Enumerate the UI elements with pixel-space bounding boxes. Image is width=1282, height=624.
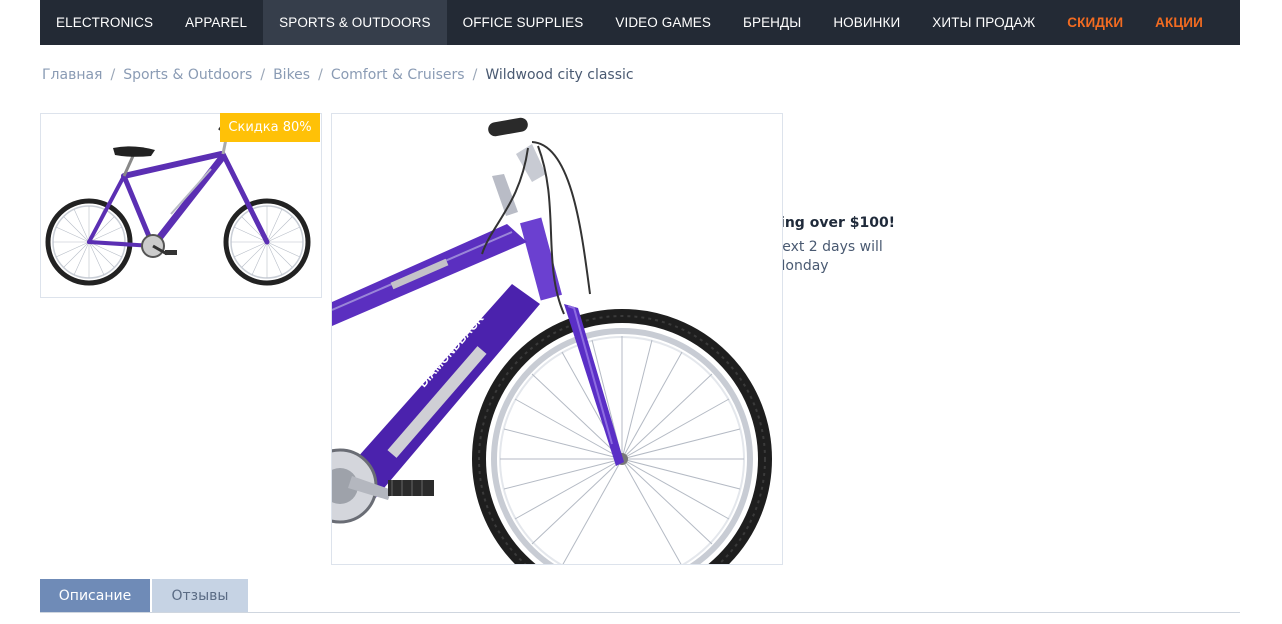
breadcrumb-home[interactable]: Главная	[42, 67, 102, 83]
breadcrumb-bikes[interactable]: Bikes	[273, 67, 310, 83]
product-main-image[interactable]: DIAMONDBACK	[331, 113, 783, 565]
bike-main-image: DIAMONDBACK	[332, 117, 772, 564]
breadcrumb-comfort-cruisers[interactable]: Comfort & Cruisers	[331, 67, 465, 83]
tab-description[interactable]: Описание	[40, 579, 150, 612]
product-tabs: Описание Отзывы	[40, 579, 250, 612]
top-navigation: ELECTRONICS APPAREL SPORTS & OUTDOORS OF…	[40, 0, 1240, 45]
breadcrumb-current: Wildwood city classic	[485, 67, 634, 83]
nav-item-sports-outdoors[interactable]: SPORTS & OUTDOORS	[263, 0, 447, 45]
tabs-divider	[40, 612, 1240, 613]
discount-badge: Скидка 80%	[220, 113, 320, 142]
nav-item-video-games[interactable]: VIDEO GAMES	[599, 0, 727, 45]
nav-item-bestsellers[interactable]: ХИТЫ ПРОДАЖ	[916, 0, 1051, 45]
breadcrumb: Главная / Sports & Outdoors / Bikes / Comfort …	[42, 67, 634, 83]
breadcrumb-separator: /	[110, 67, 116, 83]
breadcrumb-separator: /	[472, 67, 478, 83]
nav-item-office-supplies[interactable]: OFFICE SUPPLIES	[447, 0, 600, 45]
breadcrumb-separator: /	[260, 67, 266, 83]
nav-item-promotions[interactable]: АКЦИИ	[1139, 0, 1219, 45]
nav-item-brands[interactable]: БРЕНДЫ	[727, 0, 817, 45]
nav-item-new[interactable]: НОВИНКИ	[817, 0, 916, 45]
nav-item-discounts[interactable]: СКИДКИ	[1051, 0, 1139, 45]
nav-item-apparel[interactable]: APPAREL	[169, 0, 263, 45]
nav-item-electronics[interactable]: ELECTRONICS	[40, 0, 169, 45]
breadcrumb-sports-outdoors[interactable]: Sports & Outdoors	[123, 67, 252, 83]
tab-reviews[interactable]: Отзывы	[152, 579, 248, 612]
breadcrumb-separator: /	[318, 67, 323, 83]
